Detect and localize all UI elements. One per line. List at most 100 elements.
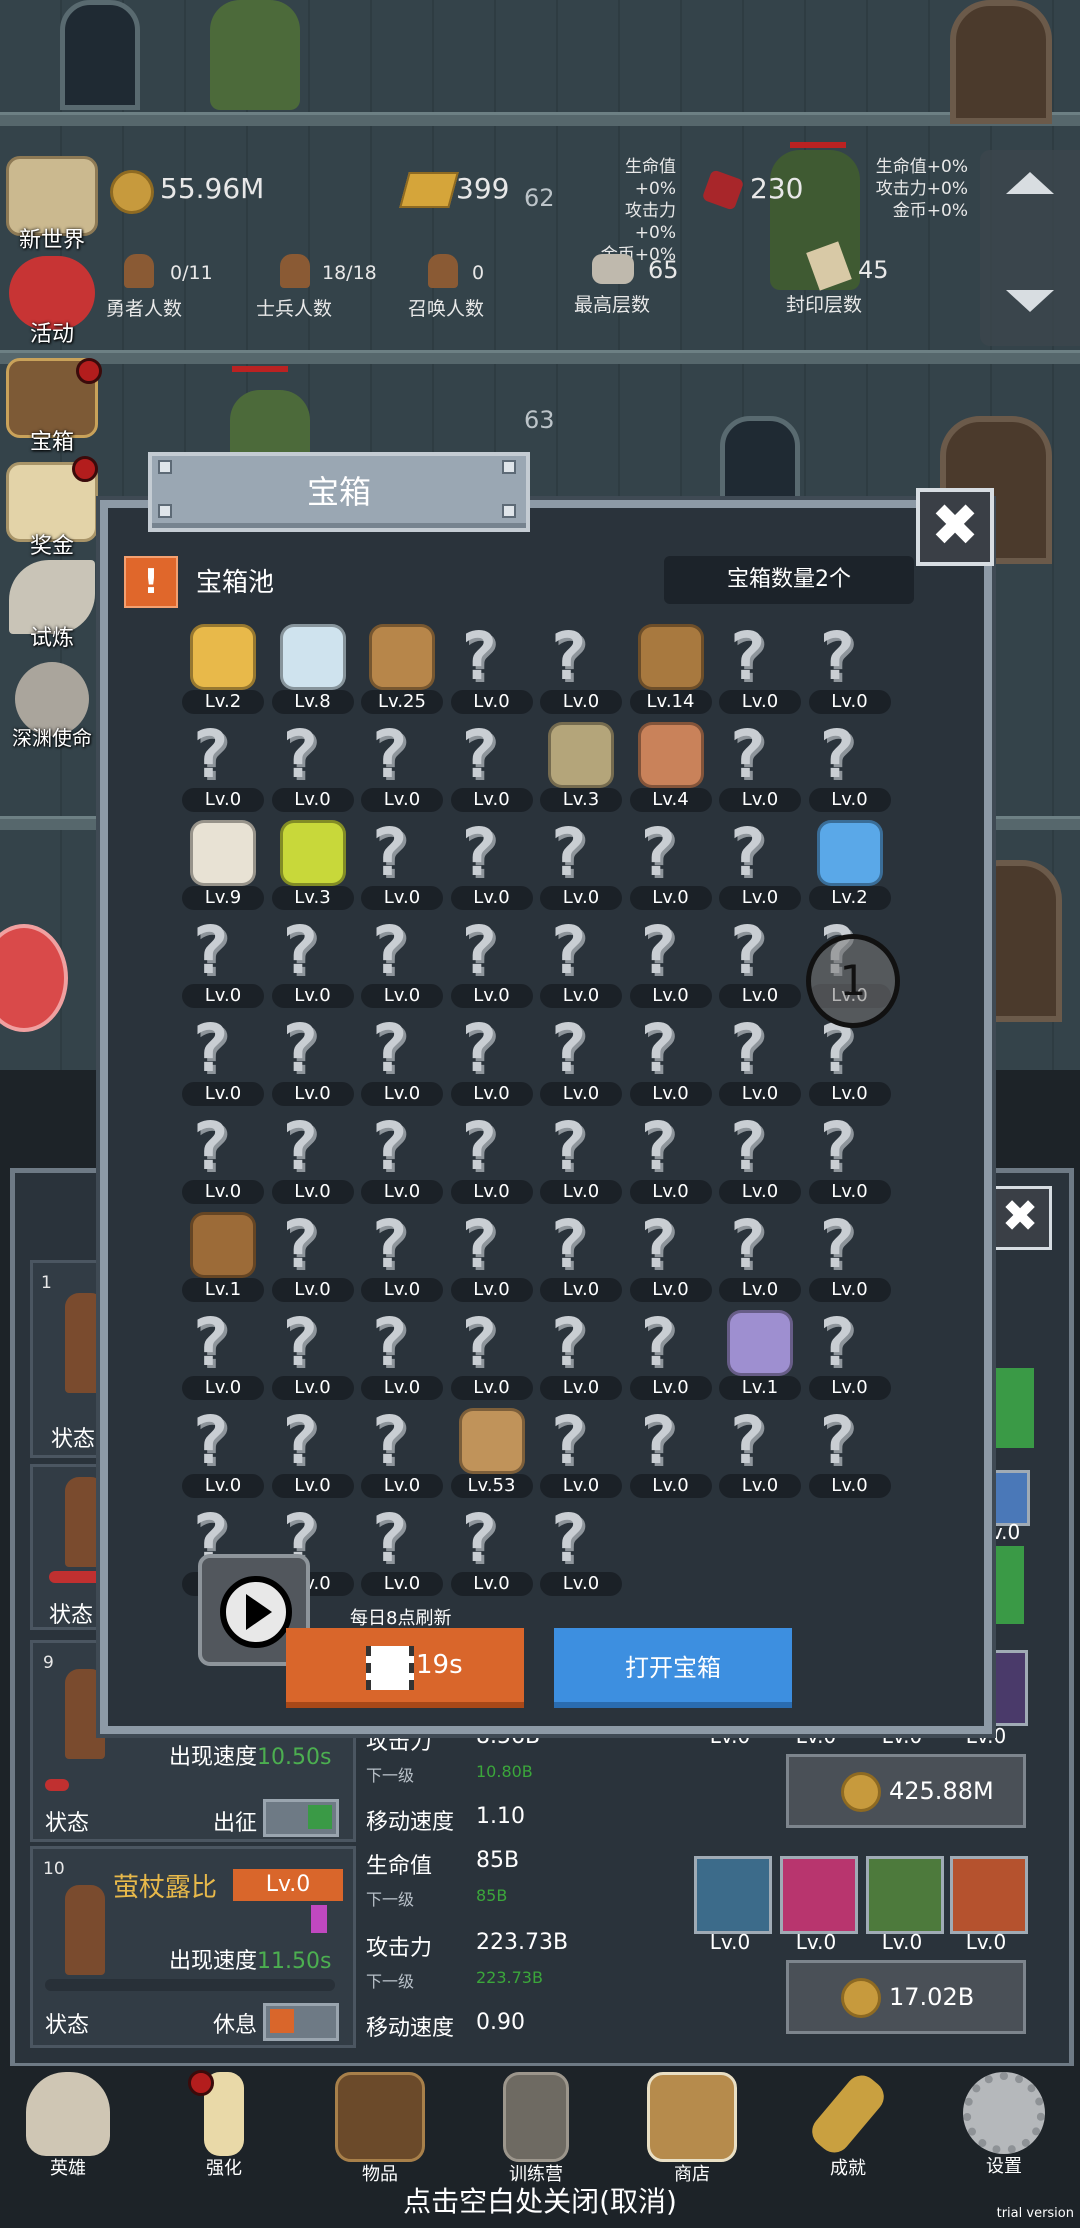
leaf-shield-skill-icon[interactable]: [694, 1856, 772, 1934]
upgrade-hero10-button[interactable]: 17.02B: [786, 1960, 1026, 2034]
item-slot[interactable]: ?Lv.0: [447, 1306, 537, 1404]
item-slot[interactable]: ?Lv.0: [447, 914, 537, 1012]
item-slot[interactable]: Lv.8: [268, 620, 358, 718]
item-slot[interactable]: ?Lv.0: [357, 1404, 447, 1502]
item-slot[interactable]: ?Lv.0: [178, 1404, 268, 1502]
item-slot[interactable]: Lv.3: [536, 718, 626, 816]
item-slot[interactable]: ?Lv.0: [805, 1306, 895, 1404]
nav-heroes[interactable]: 英雄: [8, 2072, 128, 2180]
item-slot[interactable]: ?Lv.0: [536, 1110, 626, 1208]
nav-achievements[interactable]: 成就: [788, 2068, 908, 2180]
item-slot[interactable]: ?Lv.0: [357, 1012, 447, 1110]
item-slot[interactable]: ?Lv.0: [805, 620, 895, 718]
item-slot[interactable]: ?Lv.0: [447, 1502, 537, 1600]
item-slot[interactable]: ?Lv.0: [626, 914, 716, 1012]
item-slot[interactable]: Lv.1: [715, 1306, 805, 1404]
item-slot[interactable]: ?Lv.0: [357, 1306, 447, 1404]
scroll-down-icon[interactable]: [1006, 290, 1054, 312]
hero-card-10[interactable]: 10 萤杖露比 Lv.0 出现速度11.50s 状态 休息: [30, 1846, 356, 2048]
item-slot[interactable]: ?Lv.0: [536, 816, 626, 914]
item-slot[interactable]: ?Lv.0: [178, 1306, 268, 1404]
rest-toggle[interactable]: [263, 2003, 339, 2041]
side-menu-trial[interactable]: 试炼: [6, 560, 98, 652]
item-slot[interactable]: ?Lv.0: [178, 914, 268, 1012]
item-slot[interactable]: ?Lv.0: [447, 1110, 537, 1208]
side-menu-chest[interactable]: 宝箱: [6, 358, 102, 456]
item-slot[interactable]: ?Lv.0: [536, 1012, 626, 1110]
item-slot[interactable]: ?Lv.0: [805, 1110, 895, 1208]
item-slot[interactable]: ?Lv.0: [268, 914, 358, 1012]
item-slot[interactable]: ?Lv.0: [357, 1110, 447, 1208]
item-slot[interactable]: Lv.25: [357, 620, 447, 718]
item-slot[interactable]: ?Lv.0: [626, 1306, 716, 1404]
deploy-toggle[interactable]: [263, 1799, 339, 1837]
item-slot[interactable]: ?Lv.0: [268, 1306, 358, 1404]
close-hint[interactable]: 点击空白处关闭(取消): [0, 2180, 1080, 2220]
item-slot[interactable]: ?Lv.0: [447, 816, 537, 914]
item-slot[interactable]: ?Lv.0: [357, 914, 447, 1012]
wolf-skill-icon[interactable]: [780, 1856, 858, 1934]
item-slot[interactable]: ?Lv.0: [715, 718, 805, 816]
side-menu-new-world[interactable]: 新世界: [6, 156, 98, 254]
item-slot[interactable]: ?Lv.0: [715, 1012, 805, 1110]
item-slot[interactable]: ?Lv.0: [268, 1012, 358, 1110]
nav-training[interactable]: 训练营: [476, 2072, 596, 2186]
item-slot[interactable]: ?Lv.0: [268, 1404, 358, 1502]
item-slot[interactable]: Lv.3: [268, 816, 358, 914]
item-slot[interactable]: ?Lv.0: [268, 1110, 358, 1208]
item-slot[interactable]: ?Lv.0: [626, 1110, 716, 1208]
item-slot[interactable]: ?Lv.0: [805, 718, 895, 816]
item-slot[interactable]: ?Lv.0: [447, 718, 537, 816]
item-slot[interactable]: ?Lv.0: [178, 1012, 268, 1110]
item-slot[interactable]: ?Lv.0: [447, 1208, 537, 1306]
item-slot[interactable]: ?Lv.0: [357, 816, 447, 914]
boot-skill-icon[interactable]: [950, 1856, 1028, 1934]
item-slot[interactable]: Lv.1: [178, 1208, 268, 1306]
item-slot[interactable]: ?Lv.0: [447, 620, 537, 718]
item-slot[interactable]: ?Lv.0: [357, 718, 447, 816]
item-slot[interactable]: Lv.4: [626, 718, 716, 816]
item-slot[interactable]: ?Lv.0: [536, 1404, 626, 1502]
item-slot[interactable]: Lv.53: [447, 1404, 537, 1502]
vine-skill-icon[interactable]: [866, 1856, 944, 1934]
item-slot[interactable]: ?Lv.0: [447, 1012, 537, 1110]
item-slot[interactable]: ?Lv.0: [536, 1208, 626, 1306]
item-slot[interactable]: ?Lv.0: [715, 914, 805, 1012]
watch-video-button[interactable]: 19s: [286, 1628, 524, 1708]
side-menu-abyss[interactable]: 深渊使命: [6, 662, 98, 751]
item-slot[interactable]: ?Lv.0: [626, 816, 716, 914]
item-slot[interactable]: ?Lv.0: [805, 1404, 895, 1502]
item-slot[interactable]: Lv.2: [805, 816, 895, 914]
item-slot[interactable]: Lv.14: [626, 620, 716, 718]
item-slot[interactable]: ?Lv.0: [715, 816, 805, 914]
item-slot[interactable]: ?Lv.0: [268, 718, 358, 816]
item-slot[interactable]: ?Lv.0: [715, 1110, 805, 1208]
nav-settings[interactable]: 设置: [944, 2072, 1064, 2178]
upgrade-hero9-button[interactable]: 425.88M: [786, 1754, 1026, 1828]
open-chest-button[interactable]: 打开宝箱: [554, 1628, 792, 1708]
nav-items[interactable]: 物品: [320, 2072, 440, 2186]
item-slot[interactable]: ?Lv.0: [715, 620, 805, 718]
item-slot[interactable]: ?Lv.0: [715, 1404, 805, 1502]
item-slot[interactable]: ?Lv.0: [626, 1404, 716, 1502]
side-menu-bonus[interactable]: 奖金: [6, 456, 98, 560]
nav-enhance[interactable]: 强化: [164, 2070, 284, 2180]
panel-close-button[interactable]: ✖: [988, 1186, 1052, 1250]
item-slot[interactable]: ?Lv.0: [805, 1208, 895, 1306]
item-slot[interactable]: ?Lv.0: [357, 1208, 447, 1306]
item-slot[interactable]: ?Lv.0: [268, 1208, 358, 1306]
item-slot[interactable]: ?Lv.0: [357, 1502, 447, 1600]
item-slot[interactable]: ?Lv.0: [178, 718, 268, 816]
item-slot[interactable]: ?Lv.0: [626, 1012, 716, 1110]
item-slot[interactable]: ?Lv.0: [536, 1306, 626, 1404]
item-slot[interactable]: ?Lv.0: [536, 1502, 626, 1600]
item-slot[interactable]: ?Lv.0: [536, 914, 626, 1012]
item-slot[interactable]: ?Lv.0: [626, 1208, 716, 1306]
item-slot[interactable]: ?Lv.0: [178, 1110, 268, 1208]
side-menu-event[interactable]: 活动: [6, 256, 98, 348]
item-slot[interactable]: Lv.2: [178, 620, 268, 718]
scroll-up-icon[interactable]: [1006, 172, 1054, 194]
item-slot[interactable]: ?Lv.0: [536, 620, 626, 718]
item-slot[interactable]: ?Lv.0: [715, 1208, 805, 1306]
nav-shop[interactable]: 商店: [632, 2072, 752, 2186]
